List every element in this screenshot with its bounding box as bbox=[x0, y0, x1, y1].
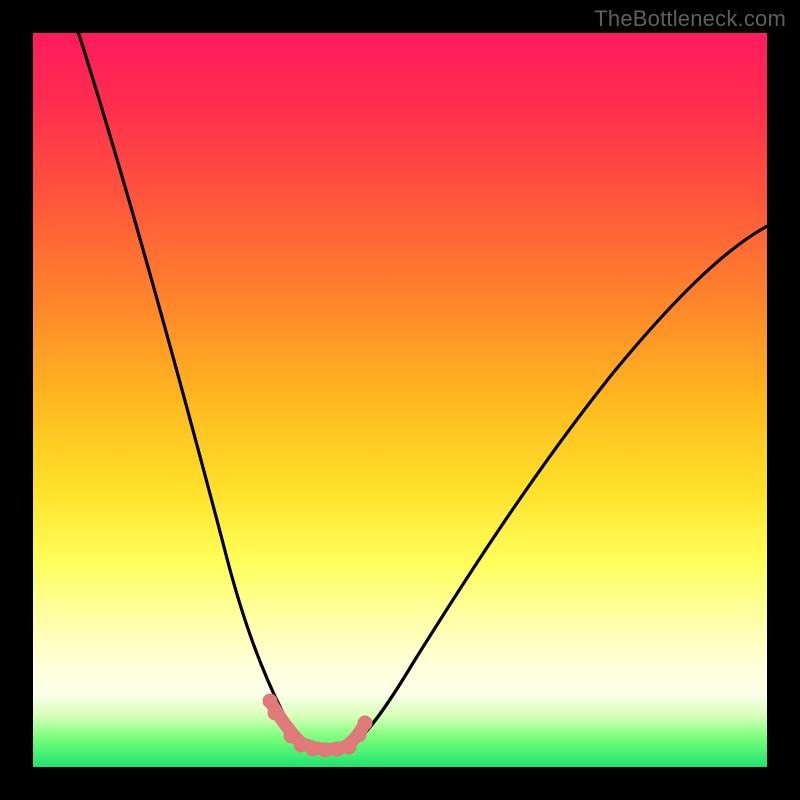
chart-frame: TheBottleneck.com bbox=[0, 0, 800, 800]
plot-area bbox=[33, 33, 767, 767]
left-curve bbox=[77, 28, 313, 747]
right-curve bbox=[349, 223, 773, 747]
chart-svg bbox=[33, 33, 767, 767]
watermark-text: TheBottleneck.com bbox=[594, 6, 786, 32]
